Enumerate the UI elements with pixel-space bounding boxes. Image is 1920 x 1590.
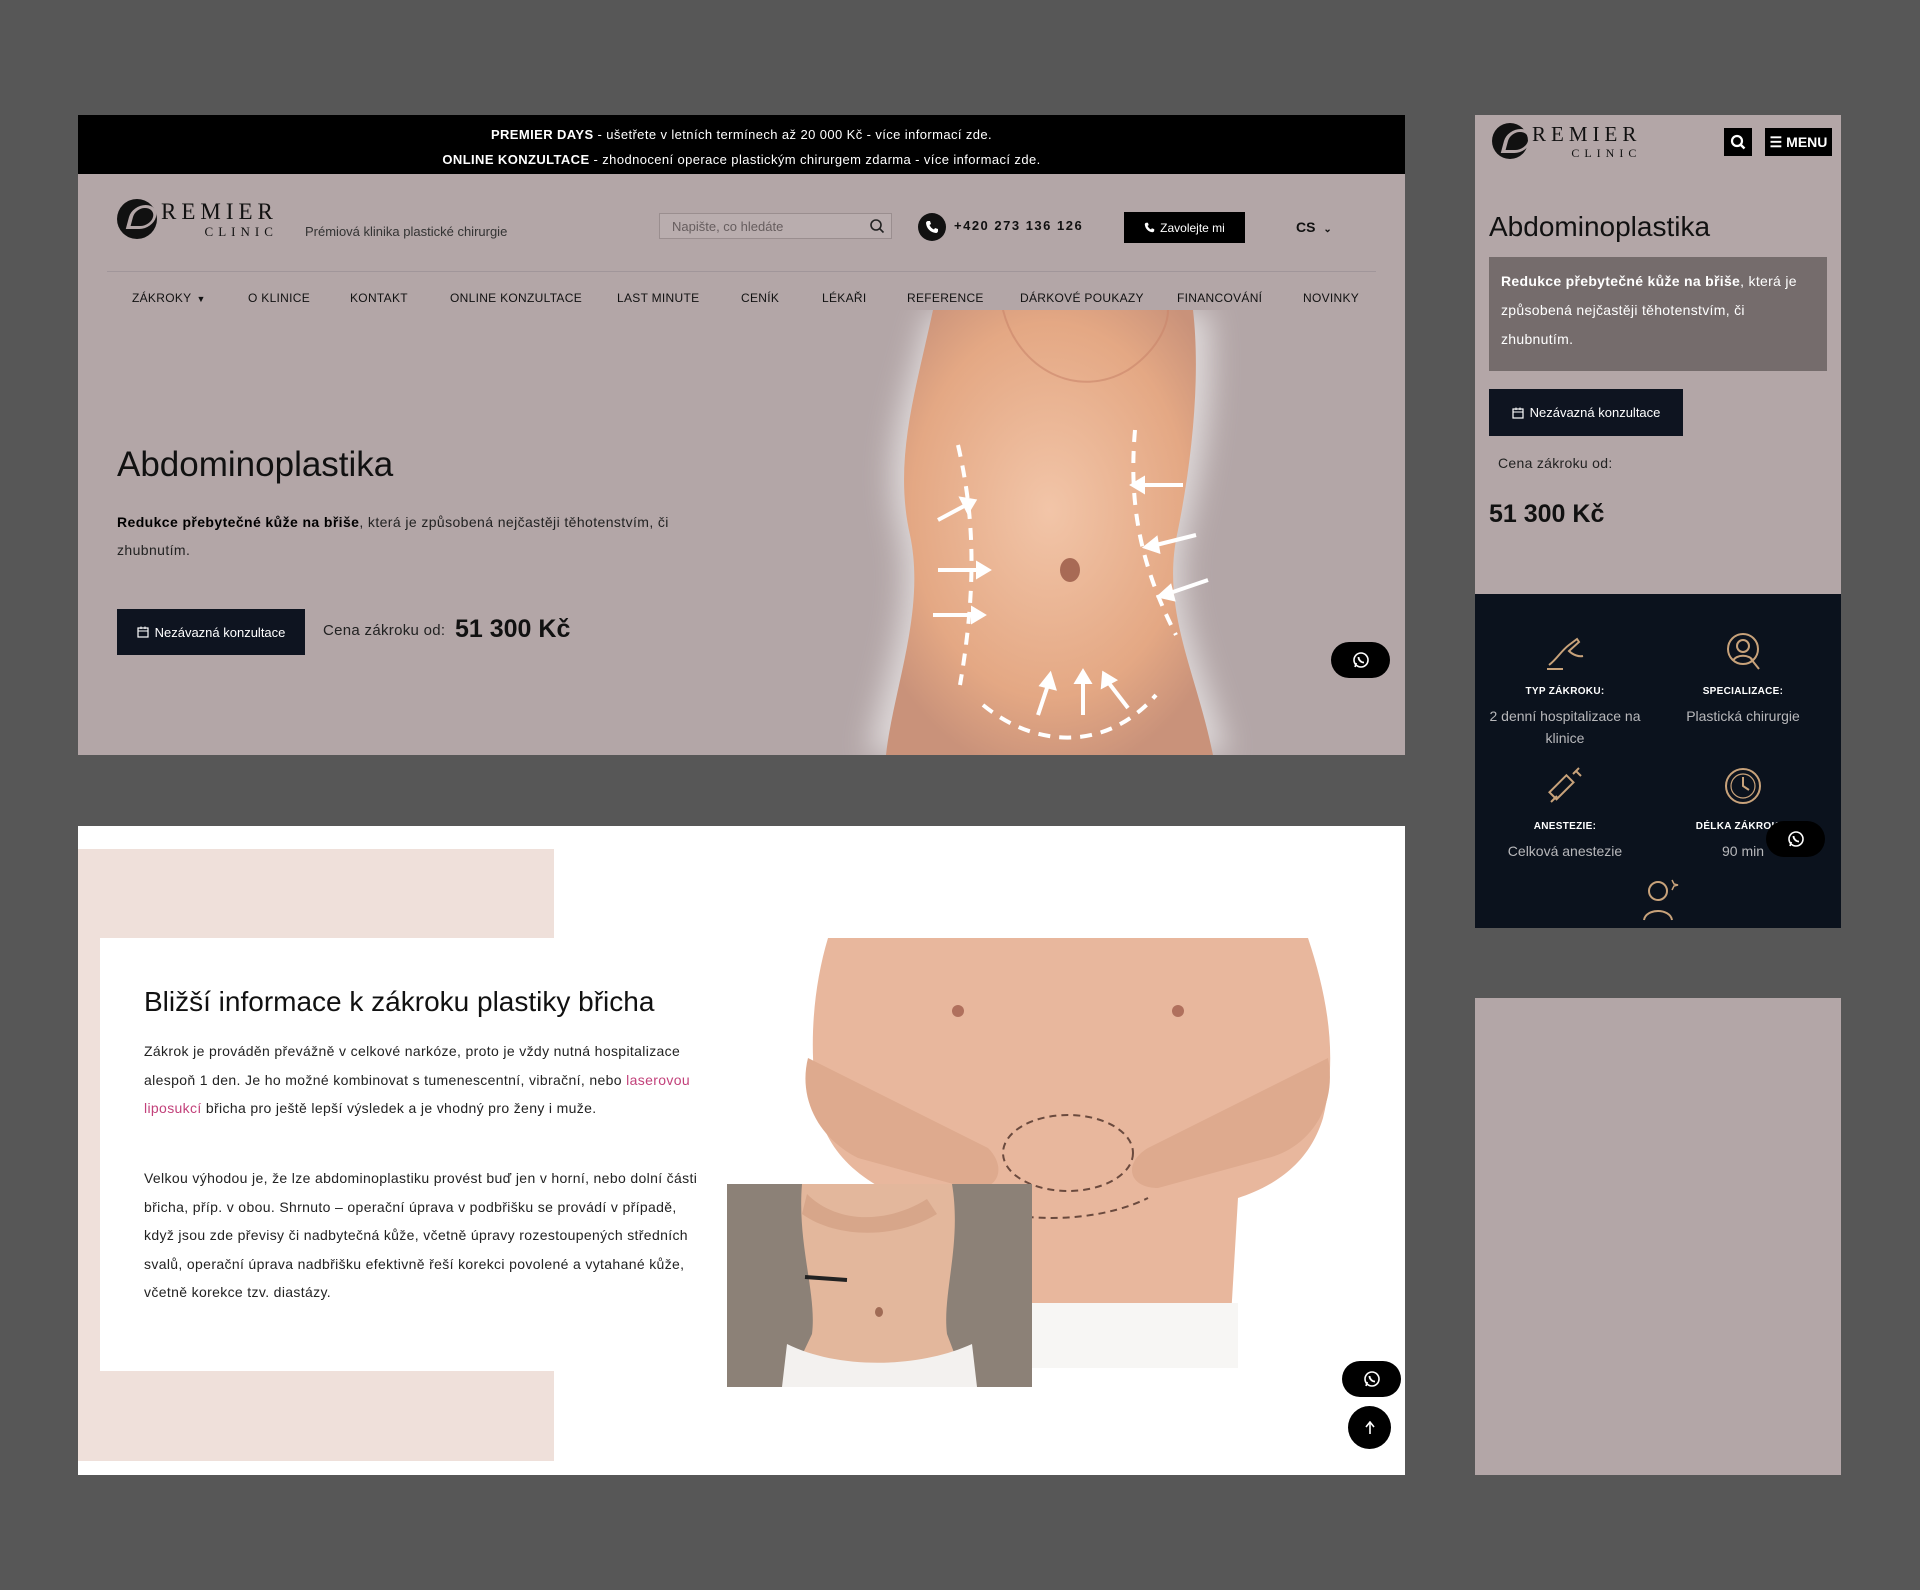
nav-kontakt[interactable]: KONTAKT xyxy=(350,291,408,305)
announcement-1[interactable]: PREMIER DAYS - ušetřete v letních termín… xyxy=(78,122,1405,147)
header-divider xyxy=(107,271,1376,272)
chevron-down-icon: ▼ xyxy=(196,294,206,304)
desktop-hero-screenshot: PREMIER DAYS - ušetřete v letních termín… xyxy=(78,115,1405,755)
info-paragraph-1: Zákrok je prováděn převážně v celkové na… xyxy=(144,1043,690,1116)
nav-lekari[interactable]: LÉKAŘI xyxy=(822,291,867,305)
feature-title: TYP ZÁKROKU: xyxy=(1525,686,1605,697)
feature-value: 2 denní hospitalizace na klinice xyxy=(1489,708,1641,746)
hero-lead: Redukce přebytečné kůže na břiše, která … xyxy=(117,514,669,558)
announcement-2[interactable]: ONLINE KONZULTACE - zhodnocení operace p… xyxy=(78,147,1405,172)
mobile-blank-panel xyxy=(1475,998,1841,1475)
feature-value: Celková anestezie xyxy=(1507,843,1623,859)
consultation-label: Nezávazná konzultace xyxy=(1529,405,1661,420)
logo[interactable]: REMIER CLINIC xyxy=(1492,123,1641,159)
feature-title: SPECIALIZACE: xyxy=(1702,686,1784,697)
nav-darkove-poukazy[interactable]: DÁRKOVÉ POUKAZY xyxy=(1020,291,1144,305)
decor-block xyxy=(78,1371,554,1461)
price-value: 51 300 Kč xyxy=(455,615,571,643)
calendar-icon xyxy=(136,626,149,638)
hero-abdomen-image xyxy=(868,310,1228,755)
mobile-menu-button[interactable]: ☰ MENU xyxy=(1765,128,1832,156)
consultation-button[interactable]: Nezávazná konzultace xyxy=(117,609,305,655)
mobile-search-button[interactable] xyxy=(1724,128,1752,156)
hamburger-icon: ☰ xyxy=(1769,133,1783,150)
tagline: Prémiová klinika plastické chirurgie xyxy=(305,224,508,239)
nav-online-konzultace[interactable]: ONLINE KONZULTACE xyxy=(450,291,582,305)
logo-mark-icon xyxy=(1492,123,1528,159)
logo-text: REMIER xyxy=(1532,121,1642,146)
logo-mark-icon xyxy=(117,199,157,239)
search-icon xyxy=(1730,134,1746,150)
logo-subtext: CLINIC xyxy=(1571,145,1642,160)
phone-icon[interactable] xyxy=(918,213,946,241)
procedure-features: TYP ZÁKROKU: 2 denní hospitalizace na kl… xyxy=(1475,594,1841,928)
female-abdomen-image xyxy=(727,1184,1032,1387)
page-title: Abdominoplastika xyxy=(117,445,394,484)
search-input[interactable] xyxy=(660,214,850,238)
whatsapp-icon xyxy=(1363,1371,1380,1387)
price-label: Cena zákroku od: xyxy=(1498,455,1613,471)
mobile-screenshot: REMIER CLINIC ☰ MENU Abdominoplastika Re… xyxy=(1475,115,1841,928)
price-label: Cena zákroku od: xyxy=(323,622,446,639)
nav-financovani[interactable]: FINANCOVÁNÍ xyxy=(1177,291,1262,305)
page-title: Abdominoplastika xyxy=(1489,211,1711,242)
call-me-label: Zavolejte mi xyxy=(1160,220,1225,235)
menu-label: MENU xyxy=(1786,134,1828,150)
logo-subtext: CLINIC xyxy=(204,224,278,239)
feature-specialization: SPECIALIZACE: Plastická chirurgie xyxy=(1658,629,1828,727)
patient-icon xyxy=(1643,879,1679,921)
phone-call-icon xyxy=(1144,222,1155,233)
logo-text: REMIER xyxy=(161,199,278,224)
syringe-icon xyxy=(1548,767,1582,803)
specialization-icon xyxy=(1727,633,1760,670)
nav-cenik[interactable]: CENÍK xyxy=(741,291,779,305)
desktop-info-screenshot: Bližší informace k zákroku plastiky břic… xyxy=(78,826,1405,1475)
surgery-hand-icon xyxy=(1547,637,1584,670)
feature-title: ANESTEZIE: xyxy=(1533,821,1597,832)
nav-reference[interactable]: REFERENCE xyxy=(907,291,984,305)
feature-type: TYP ZÁKROKU: 2 denní hospitalizace na kl… xyxy=(1480,629,1650,749)
logo[interactable]: REMIER CLINIC xyxy=(117,199,278,239)
whatsapp-button[interactable] xyxy=(1342,1361,1401,1397)
feature-anesthesia: ANESTEZIE: Celková anestezie xyxy=(1480,764,1650,862)
info-paragraph-2: Velkou výhodou je, že lze abdominoplasti… xyxy=(144,1170,698,1300)
whatsapp-button[interactable] xyxy=(1766,821,1825,857)
calendar-icon xyxy=(1511,407,1524,419)
chevron-down-icon: ⌄ xyxy=(1323,224,1332,235)
call-me-button[interactable]: Zavolejte mi xyxy=(1124,212,1245,243)
whatsapp-button[interactable] xyxy=(1331,642,1390,678)
nav-last-minute[interactable]: LAST MINUTE xyxy=(617,291,699,305)
arrow-up-icon xyxy=(1364,1420,1375,1434)
price-value: 51 300 Kč xyxy=(1489,500,1605,528)
mobile-lead-box: Redukce přebytečné kůže na břiše, která … xyxy=(1489,257,1827,371)
decor-block xyxy=(78,964,100,1371)
consultation-button[interactable]: Nezávazná konzultace xyxy=(1489,389,1683,436)
whatsapp-icon xyxy=(1352,652,1369,668)
feature-value: Plastická chirurgie xyxy=(1686,708,1800,724)
search-box[interactable] xyxy=(659,213,892,239)
nav-novinky[interactable]: NOVINKY xyxy=(1303,291,1359,305)
whatsapp-icon xyxy=(1787,831,1804,847)
nav-o-klinice[interactable]: O KLINICE xyxy=(248,291,310,305)
consultation-label: Nezávazná konzultace xyxy=(154,624,286,640)
language-selector[interactable]: CS ⌄ xyxy=(1296,219,1332,235)
clock-icon xyxy=(1725,768,1761,804)
phone-number[interactable]: +420 273 136 126 xyxy=(954,218,1083,233)
site-header: REMIER CLINIC Prémiová klinika plastické… xyxy=(78,174,1405,305)
search-icon[interactable] xyxy=(869,218,885,234)
announcement-bar: PREMIER DAYS - ušetřete v letních termín… xyxy=(78,115,1405,174)
nav-zakroky[interactable]: ZÁKROKY ▼ xyxy=(132,291,206,305)
scroll-to-top-button[interactable] xyxy=(1348,1406,1391,1449)
info-title: Bližší informace k zákroku plastiky břic… xyxy=(144,986,655,1017)
